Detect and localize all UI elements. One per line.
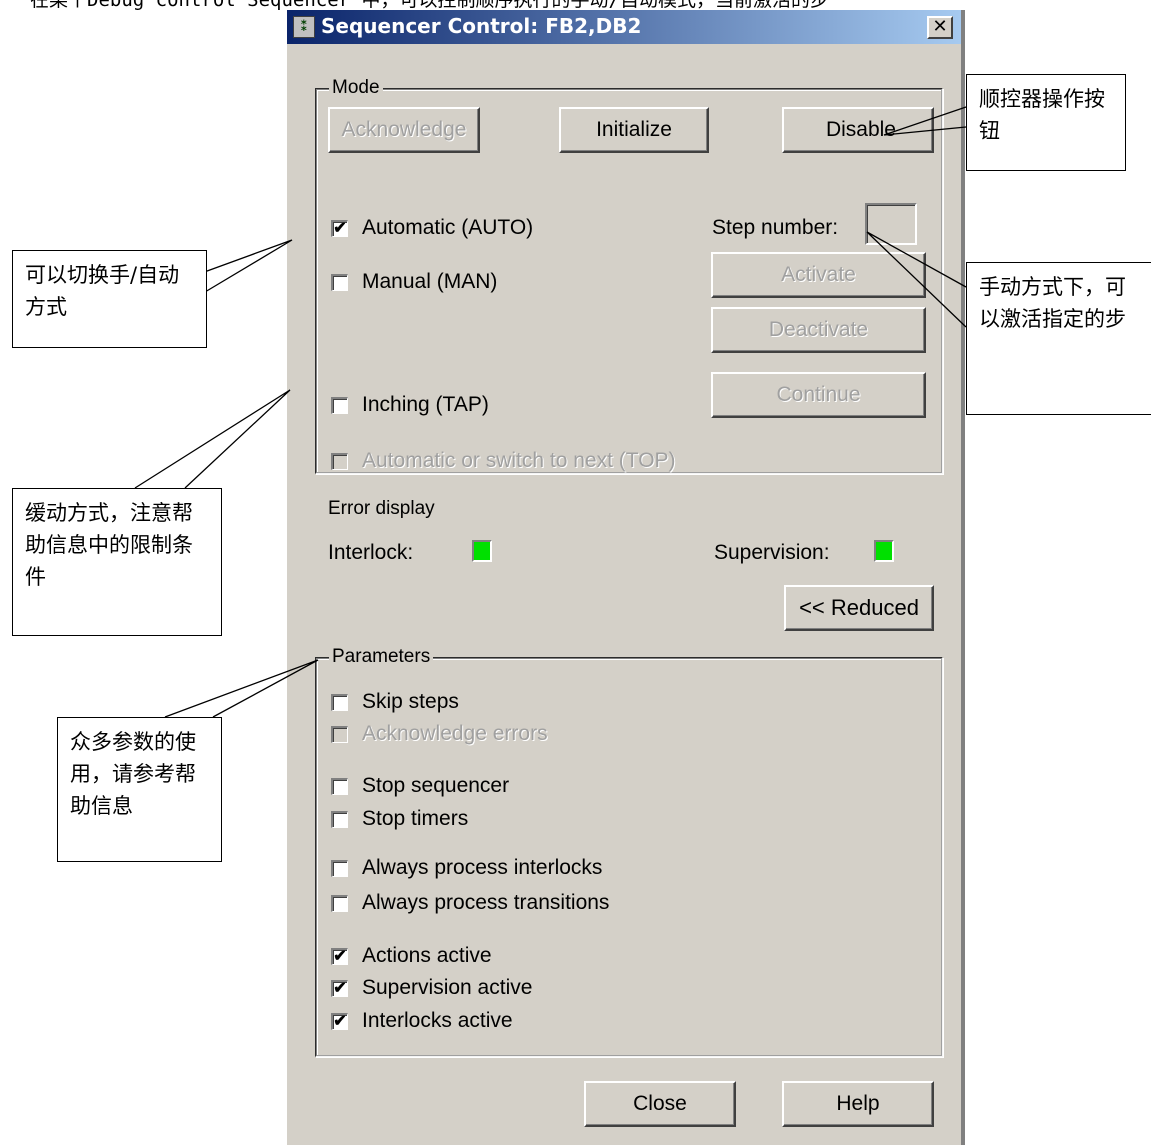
callout-switch-mode: 可以切换手/自动方式 (12, 250, 207, 348)
callout-params: 众多参数的使用，请参考帮助信息 (57, 717, 222, 862)
callout-manual-step: 手动方式下，可以激活指定的步 (966, 262, 1151, 415)
callout-buttons: 顺控器操作按钮 (966, 74, 1126, 171)
callout-inching: 缓动方式，注意帮助信息中的限制条件 (12, 488, 222, 636)
